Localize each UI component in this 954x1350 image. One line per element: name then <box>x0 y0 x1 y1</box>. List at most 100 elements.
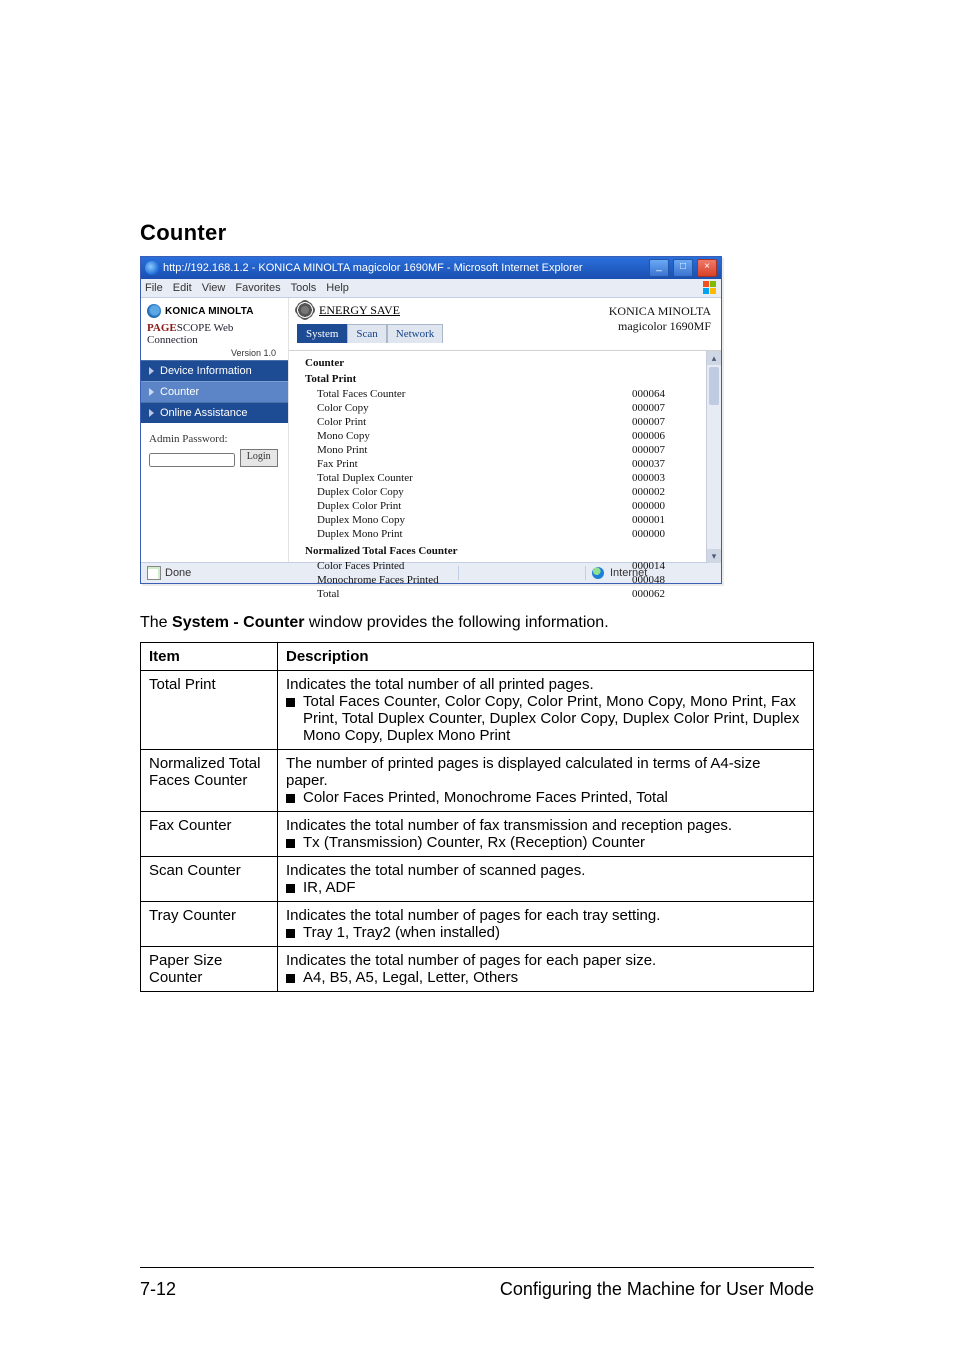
counter-value: 000007 <box>577 444 701 456</box>
bullet-text: A4, B5, A5, Legal, Letter, Others <box>303 969 518 986</box>
table-desc: Indicates the total number of fax transm… <box>278 812 814 857</box>
page-number: 7-12 <box>140 1279 240 1300</box>
table-row: Total Print Indicates the total number o… <box>141 671 814 750</box>
tab-system[interactable]: System <box>297 324 347 343</box>
caption-text-b: window provides the following informatio… <box>304 614 608 631</box>
table-item: Paper Size Counter <box>141 947 278 992</box>
sidebar-item-device-info[interactable]: Device Information <box>141 360 288 381</box>
counter-row: Color Faces Printed000014 <box>305 559 701 573</box>
bullet-text: Color Faces Printed, Monochrome Faces Pr… <box>303 789 668 806</box>
window-title: http://192.168.1.2 - KONICA MINOLTA magi… <box>163 262 645 274</box>
bullet-icon <box>286 794 295 803</box>
counter-label: Color Faces Printed <box>305 560 577 572</box>
desc-text: Indicates the total number of pages for … <box>286 907 805 924</box>
menu-help[interactable]: Help <box>326 282 349 294</box>
counter-row: Total Duplex Counter000003 <box>305 471 701 485</box>
login-button[interactable]: Login <box>240 449 278 467</box>
counter-panel: Counter Total Print Total Faces Counter0… <box>289 351 721 563</box>
menu-edit[interactable]: Edit <box>173 282 192 294</box>
status-left: Done <box>147 566 247 580</box>
counter-value: 000037 <box>577 458 701 470</box>
menu-file[interactable]: File <box>145 282 163 294</box>
counter-row: Color Copy000007 <box>305 401 701 415</box>
counter-label: Mono Print <box>305 444 577 456</box>
counter-value: 000000 <box>577 528 701 540</box>
menu-view[interactable]: View <box>202 282 226 294</box>
chevron-right-icon <box>149 388 154 396</box>
scroll-down-icon[interactable]: ▾ <box>707 549 721 563</box>
counter-row: Total000062 <box>305 587 701 601</box>
counter-row: Duplex Color Print000000 <box>305 499 701 513</box>
menubar: File Edit View Favorites Tools Help <box>141 279 721 298</box>
ie-browser-window: http://192.168.1.2 - KONICA MINOLTA magi… <box>140 256 722 584</box>
bullet-text: Tx (Transmission) Counter, Rx (Reception… <box>303 834 645 851</box>
sidebar-item-counter[interactable]: Counter <box>141 381 288 402</box>
admin-password-input[interactable] <box>149 453 235 467</box>
desc-text: Indicates the total number of all printe… <box>286 676 805 693</box>
table-desc: Indicates the total number of pages for … <box>278 947 814 992</box>
description-table: Item Description Total Print Indicates t… <box>140 642 814 992</box>
table-desc: Indicates the total number of scanned pa… <box>278 857 814 902</box>
counter-value: 000007 <box>577 402 701 414</box>
gear-icon <box>297 302 313 318</box>
pagescope-label: PAGESCOPE Web Connection <box>147 322 282 346</box>
desc-text: Indicates the total number of scanned pa… <box>286 862 805 879</box>
counter-label: Total Duplex Counter <box>305 472 577 484</box>
version-label: Version 1.0 <box>147 348 282 358</box>
footer-text: Configuring the Machine for User Mode <box>240 1279 814 1300</box>
desc-text: Indicates the total number of fax transm… <box>286 817 805 834</box>
counter-value: 000000 <box>577 500 701 512</box>
table-desc: Indicates the total number of all printe… <box>278 671 814 750</box>
bullet-icon <box>286 929 295 938</box>
counter-label: Monochrome Faces Printed <box>305 574 577 586</box>
scroll-thumb[interactable] <box>709 367 719 405</box>
table-desc: The number of printed pages is displayed… <box>278 750 814 812</box>
brand-text: KONICA MINOLTA <box>165 306 254 317</box>
counter-row: Monochrome Faces Printed000048 <box>305 573 701 587</box>
vertical-scrollbar[interactable]: ▴ ▾ <box>706 351 721 563</box>
bullet-icon <box>286 974 295 983</box>
counter-label: Total Faces Counter <box>305 388 577 400</box>
page-done-icon <box>147 566 161 580</box>
scroll-up-icon[interactable]: ▴ <box>707 351 721 365</box>
sidebar-item-online-assist[interactable]: Online Assistance <box>141 402 288 423</box>
footer-rule <box>140 1267 814 1268</box>
table-item: Normalized Total Faces Counter <box>141 750 278 812</box>
tab-scan[interactable]: Scan <box>347 324 386 343</box>
counter-label: Total <box>305 588 577 600</box>
bullet-text: Tray 1, Tray2 (when installed) <box>303 924 500 941</box>
admin-password-label: Admin Password: <box>149 433 280 445</box>
counter-value: 000007 <box>577 416 701 428</box>
counter-label: Duplex Color Copy <box>305 486 577 498</box>
counter-label: Color Copy <box>305 402 577 414</box>
table-row: Tray Counter Indicates the total number … <box>141 902 814 947</box>
minimize-button[interactable]: _ <box>649 259 669 277</box>
menu-favorites[interactable]: Favorites <box>235 282 280 294</box>
menu-tools[interactable]: Tools <box>291 282 317 294</box>
sidebar-item-label: Device Information <box>160 365 252 377</box>
maximize-button[interactable]: □ <box>673 259 693 277</box>
titlebar: http://192.168.1.2 - KONICA MINOLTA magi… <box>141 257 721 279</box>
desc-text: Indicates the total number of pages for … <box>286 952 805 969</box>
table-item: Scan Counter <box>141 857 278 902</box>
counter-label: Duplex Color Print <box>305 500 577 512</box>
total-print-subheading: Total Print <box>305 373 701 385</box>
close-button[interactable]: × <box>697 259 717 277</box>
table-desc: Indicates the total number of pages for … <box>278 902 814 947</box>
table-item: Tray Counter <box>141 902 278 947</box>
table-row: Scan Counter Indicates the total number … <box>141 857 814 902</box>
chevron-right-icon <box>149 367 154 375</box>
bullet-text: IR, ADF <box>303 879 356 896</box>
counter-row: Duplex Mono Copy000001 <box>305 513 701 527</box>
windows-flag-icon <box>703 281 717 295</box>
ie-icon <box>145 261 159 275</box>
section-title: Counter <box>140 220 814 246</box>
desc-text: The number of printed pages is displayed… <box>286 755 805 789</box>
counter-value: 000014 <box>577 560 701 572</box>
caption-bold: System - Counter <box>172 614 304 631</box>
counter-value: 000064 <box>577 388 701 400</box>
energy-save-link[interactable]: ENERGY SAVE <box>319 303 400 318</box>
tab-network[interactable]: Network <box>387 324 444 343</box>
table-item: Fax Counter <box>141 812 278 857</box>
table-header-item: Item <box>141 643 278 671</box>
